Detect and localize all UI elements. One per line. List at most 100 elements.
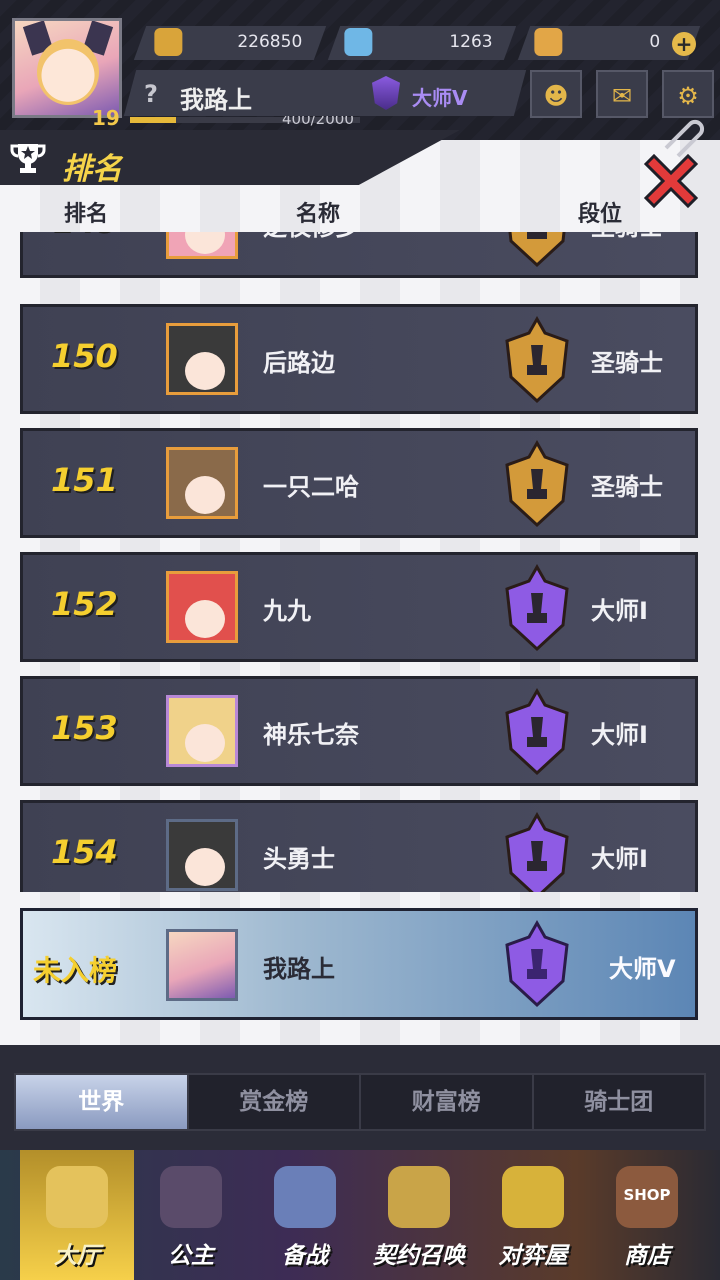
avatar-face bbox=[185, 352, 225, 390]
player-level: 19 bbox=[92, 106, 120, 130]
nav-label: 大厅 bbox=[54, 1243, 100, 1269]
tab-wealth[interactable]: 财富榜 bbox=[361, 1075, 534, 1129]
ranking-row[interactable]: 152 九九 大师I bbox=[20, 552, 698, 662]
nav-item-4[interactable]: 对弈屋 bbox=[476, 1150, 590, 1280]
avatar-face bbox=[185, 724, 225, 762]
help-icon[interactable]: ? bbox=[144, 80, 158, 108]
ranking-row[interactable]: 154 头勇士 大师I bbox=[20, 800, 698, 892]
column-header-name: 名称 bbox=[296, 202, 341, 227]
row-rank: 150 bbox=[51, 337, 118, 375]
nav-item-0[interactable]: 大厅 bbox=[20, 1150, 134, 1280]
xp-bar-fill bbox=[130, 117, 176, 123]
mail-button[interactable]: ✉ bbox=[596, 70, 648, 118]
ranking-list[interactable]: 149逆夜修多圣骑士150后路边圣骑士151一只二哈圣骑士152九九大师I153… bbox=[0, 232, 720, 892]
my-tier: 大师V bbox=[609, 955, 676, 983]
crystal-ball-icon bbox=[502, 1166, 564, 1228]
shop-sign-text: SHOP bbox=[623, 1186, 671, 1204]
ranking-row[interactable]: 151 一只二哈 圣骑士 bbox=[20, 428, 698, 538]
gold-value: 226850 bbox=[237, 32, 303, 52]
ticket-value: 0 bbox=[649, 32, 661, 52]
row-tier: 大师I bbox=[591, 845, 648, 873]
row-avatar[interactable] bbox=[166, 819, 238, 891]
summon-portal-icon bbox=[388, 1166, 450, 1228]
avatar-face bbox=[185, 600, 225, 638]
panel-title: 排名 bbox=[62, 152, 122, 187]
my-rank-row: 未入榜 我路上 大师V bbox=[20, 908, 698, 1020]
add-currency-button[interactable]: + bbox=[672, 32, 696, 56]
chess-king-icon bbox=[274, 1166, 336, 1228]
nav-label: 公主 bbox=[168, 1243, 214, 1269]
shop-icon: SHOP bbox=[616, 1166, 678, 1228]
avatar-face bbox=[185, 848, 225, 886]
nav-label: 备战 bbox=[282, 1243, 328, 1269]
row-avatar[interactable] bbox=[166, 447, 238, 519]
friends-icon: ☻ bbox=[543, 82, 569, 110]
gem-counter: 1263 bbox=[327, 26, 517, 60]
nav-label: 对弈屋 bbox=[498, 1243, 568, 1269]
my-rank-status: 未入榜 bbox=[33, 954, 118, 987]
row-rank: 149 bbox=[51, 232, 161, 239]
row-player-name: 一只二哈 bbox=[263, 473, 359, 501]
row-player-name: 神乐七奈 bbox=[263, 721, 359, 749]
row-tier: 大师I bbox=[591, 597, 648, 625]
princess-icon bbox=[160, 1166, 222, 1228]
nav-item-1[interactable]: 公主 bbox=[134, 1150, 248, 1280]
nav-item-3[interactable]: 契约召唤 bbox=[362, 1150, 476, 1280]
ticket-icon bbox=[534, 28, 563, 56]
avatar-face bbox=[37, 39, 99, 105]
row-rank: 152 bbox=[51, 585, 118, 623]
player-name: 我路上 bbox=[180, 86, 252, 114]
row-tier: 圣骑士 bbox=[591, 232, 663, 242]
master-tier-badge-icon bbox=[505, 687, 569, 776]
swords-icon bbox=[46, 1166, 108, 1228]
row-tier: 圣骑士 bbox=[591, 473, 663, 501]
paladin-tier-badge-icon bbox=[505, 439, 569, 528]
nav-label: 商店 bbox=[624, 1243, 670, 1269]
master-tier-badge-icon bbox=[505, 811, 569, 892]
row-player-name: 九九 bbox=[263, 597, 311, 625]
paladin-tier-badge-icon bbox=[505, 315, 569, 404]
row-tier: 大师I bbox=[591, 721, 648, 749]
row-avatar[interactable] bbox=[166, 323, 238, 395]
row-avatar[interactable] bbox=[166, 695, 238, 767]
tab-world[interactable]: 世界 bbox=[16, 1075, 189, 1129]
trophy-icon bbox=[10, 144, 46, 173]
player-avatar[interactable] bbox=[12, 18, 122, 118]
my-name: 我路上 bbox=[263, 955, 335, 983]
row-player-name: 后路边 bbox=[263, 349, 335, 377]
gem-icon bbox=[344, 28, 373, 56]
avatar-face bbox=[185, 476, 225, 514]
nav-item-2[interactable]: 备战 bbox=[248, 1150, 362, 1280]
settings-button[interactable]: ⚙ bbox=[662, 70, 714, 118]
ranking-row[interactable]: 149 逆夜修多 圣骑士 bbox=[20, 232, 698, 278]
tab-knights[interactable]: 骑士团 bbox=[534, 1075, 705, 1129]
ranking-row[interactable]: 150 后路边 圣骑士 bbox=[20, 304, 698, 414]
row-rank: 153 bbox=[51, 709, 118, 747]
paladin-tier-badge-icon bbox=[508, 232, 566, 268]
row-rank: 154 bbox=[51, 833, 118, 871]
nav-label: 契约召唤 bbox=[373, 1243, 465, 1269]
row-rank: 151 bbox=[51, 461, 118, 499]
gold-counter: 226850 bbox=[133, 26, 327, 60]
my-avatar bbox=[166, 929, 238, 1001]
tab-bounty[interactable]: 赏金榜 bbox=[189, 1075, 361, 1129]
row-avatar[interactable] bbox=[166, 232, 238, 259]
gem-value: 1263 bbox=[449, 32, 493, 52]
ranking-row[interactable]: 153 神乐七奈 大师I bbox=[20, 676, 698, 786]
master-tier-badge-icon bbox=[505, 563, 569, 652]
row-player-name: 逆夜修多 bbox=[263, 232, 359, 242]
mail-icon: ✉ bbox=[611, 82, 633, 110]
friends-button[interactable]: ☻ bbox=[530, 70, 582, 118]
gear-icon: ⚙ bbox=[677, 82, 699, 110]
close-icon[interactable] bbox=[640, 150, 702, 212]
gold-bag-icon bbox=[154, 28, 183, 56]
master-tier-badge-icon bbox=[505, 919, 569, 1008]
nav-item-5[interactable]: SHOP 商店 bbox=[590, 1150, 704, 1280]
row-tier: 圣骑士 bbox=[591, 349, 663, 377]
ranking-tabs: 世界 赏金榜 财富榜 骑士团 bbox=[14, 1073, 706, 1131]
row-player-name: 头勇士 bbox=[263, 845, 335, 873]
player-rank-label: 大师V bbox=[412, 86, 468, 110]
column-header-tier: 段位 bbox=[578, 202, 623, 227]
row-avatar[interactable] bbox=[166, 571, 238, 643]
column-header-rank: 排名 bbox=[64, 202, 109, 227]
